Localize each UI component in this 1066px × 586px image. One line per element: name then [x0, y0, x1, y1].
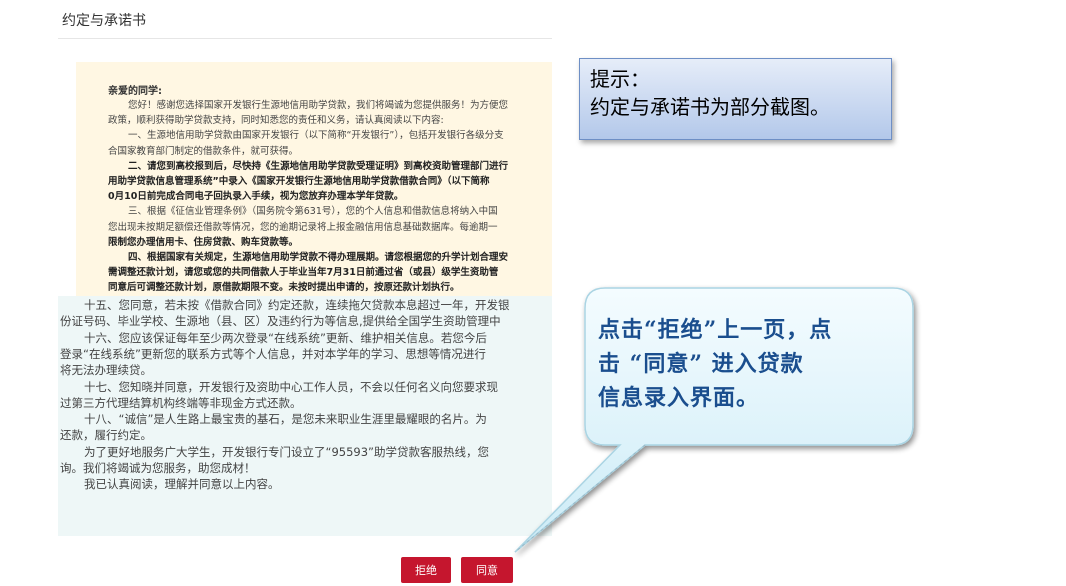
title-divider	[58, 38, 552, 39]
agreement-line: 四、根据国家有关规定，生源地信用助学贷款不得办理展期。请您根据您的升学计划合理安	[128, 252, 509, 263]
agreement-line: 合国家教育部门制定的借款条件，就可获得。	[108, 145, 299, 157]
agreement-line: 同意后可调整还款计划，原借款期限不变。未按时提出申请的，按原还款计划执行。	[108, 282, 460, 294]
callout-line-2: 击 “同意” 进入贷款	[598, 351, 804, 377]
hint-box: 提示： 约定与承诺书为部分截图。	[579, 58, 892, 140]
hint-text: 约定与承诺书为部分截图。	[590, 95, 830, 119]
reject-button[interactable]: 拒绝	[401, 557, 451, 583]
agreement-line: 限制您办理信用卡、住房贷款、购车贷款等。	[108, 236, 299, 248]
agreement-clause-line: 我已认真阅读，理解并同意以上内容。	[84, 477, 280, 492]
agreement-line: 用助学贷款信息管理系统”中录入《国家开发银行生源地信用助学贷款借款合同》（以下简…	[108, 176, 490, 187]
agreement-line: 政策，顺利获得助学贷款支持，同时知悉您的责任和义务，请认真阅读以下内容:	[108, 115, 444, 127]
agreement-line: 您出现未按期足额偿还借款等情况，您的逾期记录将上报金融信用信息基础数据库。每逾期…	[108, 221, 498, 233]
agreement-line: 您好！感谢您选择国家开发银行生源地信用助学贷款，我们将竭诚为您提供服务！为方便您	[128, 100, 509, 111]
agreement-greeting: 亲爱的同学:	[108, 86, 162, 97]
agreement-excerpt-top: 亲爱的同学: 您好！感谢您选择国家开发银行生源地信用助学贷款，我们将竭诚为您提供…	[76, 62, 552, 296]
page-title: 约定与承诺书	[62, 13, 146, 29]
callout-line-3: 信息录入界面。	[598, 385, 760, 411]
agreement-line: 三、根据《征信业管理条例》（国务院令第631号），您的个人信息和借款信息将纳入中…	[128, 206, 498, 218]
agreement-line: 一、生源地信用助学贷款由国家开发银行（以下简称“开发银行”），包括开发银行各级分…	[128, 130, 504, 142]
agreement-line: 二、请您到高校报到后，尽快持《生源地信用助学贷款受理证明》到高校资助管理部门进行	[128, 160, 509, 172]
hint-label: 提示：	[590, 67, 650, 91]
agreement-line: 需调整还款计划，请您或您的共同借款人于毕业当年7月31日前通过省（或县）级学生资…	[108, 267, 499, 279]
callout-text: 点击“拒绝”上一页，点 击 “同意” 进入贷款 信息录入界面。	[598, 313, 898, 415]
agreement-line: 0月10日前完成合同电子回执录入手续，视为您放弃办理本学年贷款。	[108, 191, 404, 203]
agree-button[interactable]: 同意	[461, 557, 513, 583]
agreement-excerpt-bottom: 十五、您同意，若未按《借款合同》约定还款，连续拖欠贷款本息超过一年，开发银 份证号…	[58, 296, 552, 536]
callout-line-1: 点击“拒绝”上一页，点	[598, 317, 833, 343]
